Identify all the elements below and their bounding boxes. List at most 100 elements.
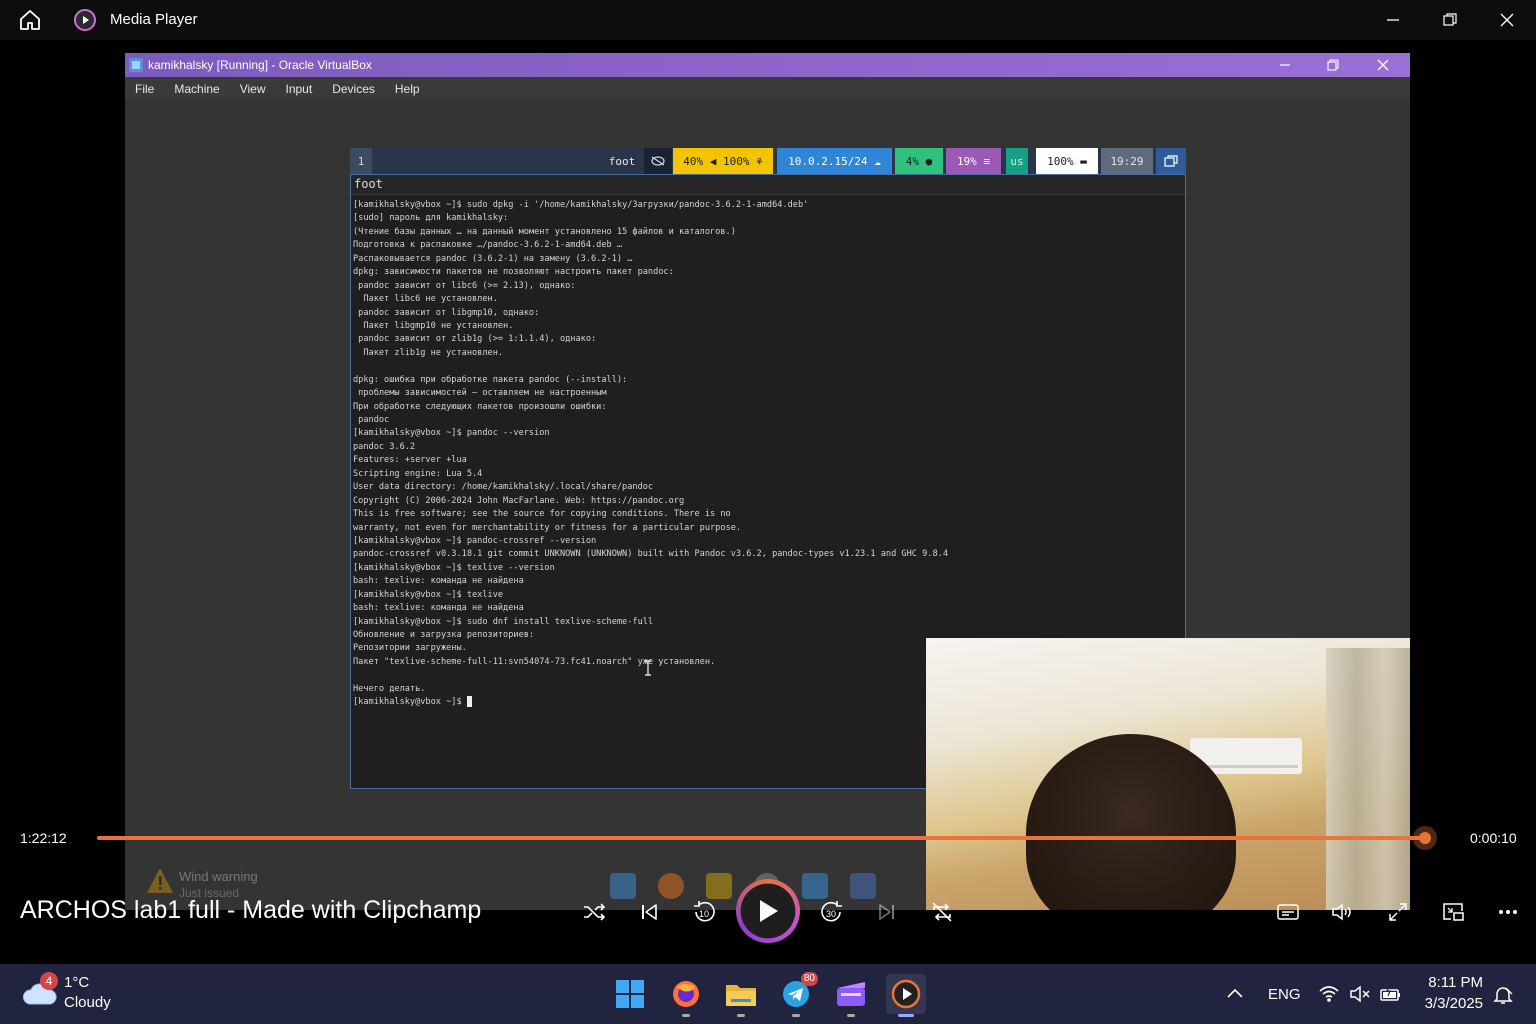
home-icon[interactable] <box>18 8 42 32</box>
warning-icon <box>145 866 175 896</box>
tray-icon <box>1156 148 1186 174</box>
video-frame[interactable]: kamikhalsky [Running] - Oracle VirtualBo… <box>0 40 1536 910</box>
taskbar-date[interactable]: 3/3/2025 <box>1413 995 1483 1012</box>
active-indicator <box>898 1014 914 1017</box>
terminal-line: pandoc 3.6.2 <box>353 441 416 452</box>
weather-condition[interactable]: Cloudy <box>64 994 111 1011</box>
terminal-line: Распаковывается pandoc (3.6.2-1) на заме… <box>353 253 633 264</box>
clock-module: 19:29 <box>1101 148 1153 174</box>
terminal-line: При обработке следующих пакетов произошл… <box>353 401 607 412</box>
notification-bell-icon[interactable] <box>1492 984 1514 1004</box>
curtain <box>1326 648 1410 910</box>
vbox-menu-input: Input <box>285 82 313 96</box>
input-language[interactable]: ENG <box>1268 986 1301 1003</box>
clipchamp-icon <box>837 982 865 1006</box>
mini-player-icon[interactable] <box>1437 896 1469 928</box>
terminal-line: dpkg: зависимости пакетов не позволяют н… <box>353 267 674 278</box>
terminal-line: Подготовка к распаковке …/pandoc-3.6.2-1… <box>353 240 623 251</box>
terminal-line: pandoc зависит от zlib1g (>= 1:1.1.4), о… <box>353 334 597 345</box>
taskbar-telegram[interactable]: 80 <box>776 972 818 1017</box>
start-button[interactable] <box>610 974 650 1014</box>
terminal-line: Пакет libgmp10 не установлен. <box>353 320 514 331</box>
close-icon[interactable] <box>1495 8 1519 32</box>
weather-temperature[interactable]: 1°C <box>64 974 89 991</box>
terminal-line: bash: texlive: команда не найдена <box>353 603 524 614</box>
volume-icon[interactable] <box>1327 896 1359 928</box>
weather-alert-badge: 4 <box>40 972 58 990</box>
terminal-line: warranty, not even for merchantability o… <box>353 522 742 533</box>
more-options-icon[interactable] <box>1492 896 1524 928</box>
memory-module: 19% ≡ <box>946 148 1001 174</box>
battery-module: 100% ▬ <box>1036 148 1098 174</box>
taskbar-clipchamp[interactable] <box>831 974 871 1017</box>
speaker-muted-icon[interactable] <box>1349 984 1371 1004</box>
vbox-menu-file: File <box>135 82 155 96</box>
taskbar-file-explorer[interactable] <box>721 974 761 1017</box>
firefox-icon <box>673 981 699 1007</box>
windows-start-icon <box>616 980 644 1008</box>
seek-bar[interactable] <box>97 836 1425 840</box>
terminal-line: Copyright (C) 2006-2024 John MacFarlane.… <box>353 495 685 506</box>
terminal-line: pandoc зависит от libc6 (>= 2.13), однак… <box>353 280 576 291</box>
app-title: Media Player <box>110 11 198 28</box>
windows-taskbar: 4 1°C Cloudy 80 ENG 8:11 PM 3/3/2025 <box>0 964 1536 1024</box>
terminal-line: Пакет libc6 не установлен. <box>353 294 498 305</box>
vbox-menu-devices: Devices <box>332 82 375 96</box>
captions-icon[interactable] <box>1272 896 1304 928</box>
running-indicator <box>847 1014 855 1017</box>
taskbar-media-player[interactable] <box>886 974 926 1017</box>
play-icon <box>760 900 778 922</box>
repeat-icon[interactable] <box>926 896 958 928</box>
battery-icon[interactable] <box>1380 984 1402 1004</box>
telegram-unread-badge: 80 <box>800 972 818 986</box>
media-title: ARCHOS lab1 full - Made with Clipchamp <box>20 896 482 924</box>
terminal-title: foot <box>351 175 1185 195</box>
remaining-time: 0:00:10 <box>1470 830 1517 846</box>
webcam-overlay <box>926 638 1410 910</box>
seek-bar-fill <box>97 836 1425 840</box>
terminal-cursor <box>466 696 472 708</box>
shuffle-icon[interactable] <box>578 896 610 928</box>
network-module: 10.0.2.15/24 ☁ <box>777 148 892 174</box>
media-player-logo-icon <box>73 8 97 32</box>
vbox-menu-view: View <box>239 82 266 96</box>
seek-bar-thumb[interactable] <box>1412 826 1437 850</box>
virtualbox-title: kamikhalsky [Running] - Oracle VirtualBo… <box>148 58 372 72</box>
workspace-indicator: 1 <box>350 148 372 174</box>
folder-icon <box>726 985 756 1006</box>
chevron-up-icon[interactable] <box>1225 984 1247 1004</box>
terminal-line: [kamikhalsky@vbox ~]$ pandoc --version <box>353 428 550 439</box>
keyboard-layout: us <box>1006 148 1028 174</box>
fullscreen-icon[interactable] <box>1382 896 1414 928</box>
terminal-line: Scripting engine: Lua 5.4 <box>353 468 483 479</box>
taskbar-time[interactable]: 8:11 PM <box>1423 974 1483 991</box>
terminal-line: pandoc <box>353 415 390 425</box>
restore-icon[interactable] <box>1438 8 1462 32</box>
previous-icon[interactable] <box>633 896 665 928</box>
running-indicator <box>792 1014 800 1017</box>
terminal-line: проблемы зависимостей — оставляем не нас… <box>353 388 607 399</box>
wifi-icon[interactable] <box>1318 984 1340 1004</box>
terminal-line: [kamikhalsky@vbox ~]$ sudo dpkg -i '/hom… <box>353 200 809 210</box>
running-indicator <box>682 1014 690 1017</box>
rewind-10-icon[interactable]: 10 <box>688 896 720 928</box>
svg-text:30: 30 <box>826 909 836 919</box>
media-player-icon <box>891 979 921 1009</box>
svg-text:10: 10 <box>699 909 709 919</box>
next-icon[interactable] <box>871 896 903 928</box>
forward-30-icon[interactable]: 30 <box>816 896 848 928</box>
terminal-line: [kamikhalsky@vbox ~]$ sudo dnf install t… <box>353 616 654 627</box>
terminal-line: (Чтение базы данных … на данный момент у… <box>353 226 736 237</box>
window-name: foot <box>608 154 636 168</box>
terminal-line: [kamikhalsky@vbox ~]$ texlive <box>353 589 504 600</box>
media-player-titlebar: Media Player <box>0 0 1536 40</box>
terminal-line: User data directory: /home/kamikhalsky/.… <box>353 482 654 493</box>
play-button[interactable] <box>736 879 800 943</box>
taskbar-firefox[interactable] <box>666 974 706 1017</box>
virtualbox-menubar: File Machine View Input Devices Help <box>125 77 1410 99</box>
minimize-icon[interactable] <box>1381 8 1405 32</box>
terminal-line: [kamikhalsky@vbox ~]$ texlive --version <box>353 562 555 573</box>
idle-inhibitor-icon <box>644 148 672 174</box>
audio-module: 40% ◀ 100% ⚘ <box>673 148 773 174</box>
